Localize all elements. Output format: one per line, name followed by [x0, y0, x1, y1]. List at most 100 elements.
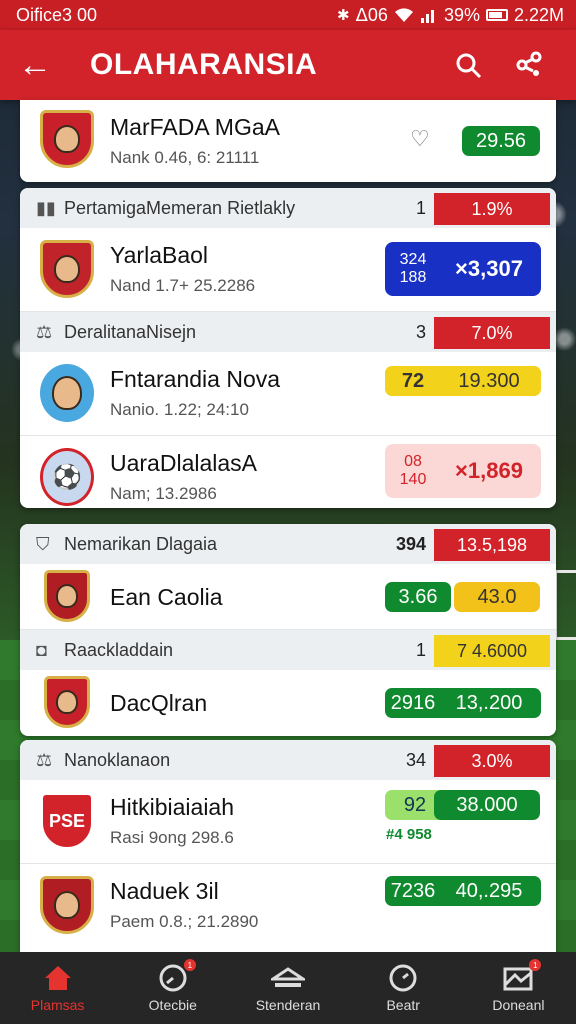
nav-item-mail[interactable]: 1 Doneanl — [461, 952, 576, 1024]
bottom-navigation: Plamsas 1 Otecbie Stenderan Beatr 1 Done… — [0, 952, 576, 1024]
section-value: 13.5,198 — [434, 529, 550, 561]
odds-pill[interactable]: 7236 40,.295 — [385, 876, 541, 906]
nav-label: Otecbie — [148, 997, 197, 1013]
section-count: 3 — [415, 321, 426, 342]
section-percent: 1.9% — [434, 193, 550, 225]
section-percent: 3.0% — [434, 745, 550, 777]
list-item[interactable]: YarlaBaol Nand 1.7+ 25.2286 324 188 ×3,3… — [20, 228, 556, 312]
section-count: 34 — [405, 749, 426, 770]
nav-label: Doneanl — [492, 997, 545, 1013]
bluetooth-icon: ✱ — [337, 7, 350, 24]
team-name: MarFADA MGaA — [110, 114, 280, 140]
section-count: 394 — [395, 533, 426, 554]
share-icon — [516, 51, 542, 76]
team-subtitle: Nank 0.46, 6: 21111 — [110, 148, 260, 167]
section-header[interactable]: ◘ Raackladdain 1 7 4.6000 — [20, 630, 556, 670]
odds-small: 72 — [401, 369, 425, 392]
signal-icon — [420, 10, 434, 23]
odds-small-pill[interactable]: 3.66 — [385, 582, 451, 612]
section-value: 7 4.6000 — [434, 635, 550, 667]
odds-pill[interactable]: 324 188 ×3,307 — [385, 242, 541, 296]
app-bar: ← OLAHARANSIA — [0, 30, 576, 100]
nav-item-stats[interactable]: 1 Otecbie — [115, 952, 230, 1024]
section-header[interactable]: ⚖ Nanoklanaon 34 3.0% — [20, 740, 556, 780]
featured-team-card[interactable]: MarFADA MGaA Nank 0.46, 6: 21111 ♡ 29.56 — [20, 100, 556, 182]
team-name: Hitkibiaiaiah — [110, 794, 235, 820]
status-clock: 2.22M — [513, 4, 564, 25]
score-pill[interactable]: 29.56 — [462, 126, 540, 156]
trophy-icon: ⚖ — [36, 321, 53, 342]
team-name: UaraDlalalasA — [110, 450, 258, 476]
team-crest-icon — [44, 570, 90, 622]
team-subtitle: Nand 1.7+ 25.2286 — [110, 276, 256, 295]
favorite-heart-icon[interactable]: ♡ — [410, 126, 430, 152]
battery-icon — [485, 9, 508, 21]
notification-badge: 1 — [529, 959, 542, 971]
section-count: 1 — [415, 639, 426, 660]
stats-icon: ▮▮ — [36, 197, 56, 218]
trophy-icon: ⚖ — [36, 749, 53, 770]
search-button[interactable] — [438, 51, 498, 79]
stadium-icon — [271, 963, 305, 993]
list-item[interactable]: Naduek 3il Paem 0.8.; 21.2890 7236 40,.2… — [20, 864, 556, 948]
odds-main: 19.300 — [458, 369, 520, 392]
wifi-icon — [394, 8, 413, 22]
list-item[interactable]: Fntarandia Nova Nanio. 1.22; 24:10 72 19… — [20, 352, 556, 436]
nav-item-clock[interactable]: Beatr — [346, 952, 461, 1024]
nav-item-home[interactable]: Plamsas — [0, 952, 115, 1024]
league-card-1: ▮▮ PertamigaMemeran Rietlakly 1 1.9% Yar… — [20, 188, 556, 508]
odds-main: 13,.200 — [455, 691, 523, 714]
nav-label: Beatr — [386, 997, 420, 1013]
odds-small: 2916 — [390, 691, 436, 714]
odds-main-pill[interactable]: 43.0 — [454, 582, 540, 612]
list-item[interactable]: Ean Caolia 3.66 43.0 — [20, 564, 556, 630]
network-label: ᐃ06 — [355, 4, 388, 25]
share-button[interactable] — [498, 51, 558, 79]
team-crest-icon — [40, 876, 94, 934]
odds-pill[interactable]: 2916 13,.200 — [385, 688, 541, 718]
list-item[interactable]: PSE Hitkibiaiaiah Rasi 9ong 298.6 92 38.… — [20, 780, 556, 864]
player-avatar — [40, 364, 94, 422]
section-count: 1 — [415, 197, 426, 218]
odds-main: 40,.295 — [455, 879, 523, 902]
odds-small: 7236 — [390, 879, 436, 902]
goal-post — [554, 570, 576, 640]
team-subtitle: Rasi 9ong 298.6 — [110, 828, 234, 847]
battery-percent: 39% — [443, 4, 480, 25]
team-name: YarlaBaol — [110, 242, 209, 268]
team-name: DacQlran — [110, 690, 208, 716]
list-item[interactable]: DacQlran 2916 13,.200 — [20, 670, 556, 736]
gauge-icon: 1 — [156, 959, 196, 993]
odds-pill[interactable]: 08 140 ×1,869 — [385, 444, 541, 498]
section-header[interactable]: ▮▮ PertamigaMemeran Rietlakly 1 1.9% — [20, 188, 556, 228]
list-item[interactable]: ⚽ UaraDlalalasA Nam; 13.2986 08 140 ×1,8… — [20, 436, 556, 508]
league-card-2: ⛉ Nemarikan Dlagaia 394 13.5,198 Ean Cao… — [20, 524, 556, 736]
odds-main: ×1,869 — [455, 458, 523, 483]
odds-main-pill[interactable]: 38.000 — [434, 790, 540, 820]
page-title: OLAHARANSIA — [90, 48, 318, 81]
home-icon — [41, 963, 75, 993]
camera-icon: ◘ — [36, 639, 47, 660]
search-icon — [456, 53, 482, 79]
team-name: Naduek 3il — [110, 878, 219, 904]
odds-main: ×3,307 — [455, 256, 523, 281]
team-name: Ean Caolia — [110, 584, 223, 610]
team-subtitle: Paem 0.8.; 21.2890 — [110, 912, 259, 931]
shield-icon: ⛉ — [36, 533, 50, 554]
team-crest-icon — [40, 110, 94, 168]
odds-small: 324 188 — [399, 251, 427, 286]
nav-item-standings[interactable]: Stenderan — [230, 952, 345, 1024]
notification-badge: 1 — [183, 959, 196, 971]
section-header[interactable]: ⛉ Nemarikan Dlagaia 394 13.5,198 — [20, 524, 556, 564]
clock-icon — [386, 963, 420, 993]
status-time: Oifice3 00 — [16, 4, 98, 25]
status-bar: Oifice3 00 ✱ ᐃ06 39% 2.22M — [0, 0, 576, 30]
odds-extra: #4 958 — [386, 826, 432, 843]
odds-pill[interactable]: 72 19.300 — [385, 366, 541, 396]
section-header[interactable]: ⚖ DeralitanaNisejn 3 7.0% — [20, 312, 556, 352]
player-subtitle: Nanio. 1.22; 24:10 — [110, 400, 249, 419]
back-arrow-icon[interactable]: ← — [18, 48, 70, 82]
league-card-3: ⚖ Nanoklanaon 34 3.0% PSE Hitkibiaiaiah … — [20, 740, 556, 952]
team-crest-icon — [40, 240, 94, 298]
team-subtitle: Nam; 13.2986 — [110, 484, 217, 503]
